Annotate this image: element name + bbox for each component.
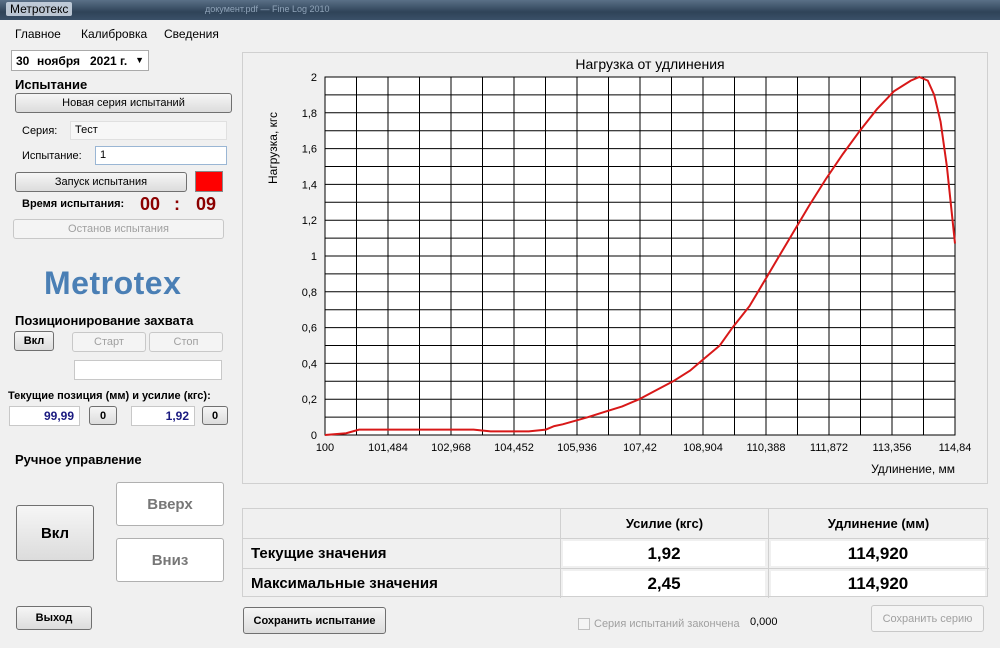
- test-number-label: Испытание:: [22, 150, 82, 162]
- y-tick-label: 2: [311, 72, 317, 84]
- timer-minutes: 00: [140, 194, 161, 214]
- x-tick-label: 100: [316, 442, 334, 454]
- small-value: 0,000: [750, 616, 778, 628]
- checkbox-icon[interactable]: [578, 618, 590, 630]
- x-tick-label: 101,484: [368, 442, 408, 454]
- timer-seconds: 09: [196, 194, 217, 214]
- load-elongation-chart: Нагрузка от удлинения 0 0,2 0,4 0,6 0,8 1 1,2 1…: [266, 56, 972, 476]
- x-axis-label: Удлинение, мм: [871, 462, 955, 476]
- positioning-stop-button[interactable]: Стоп: [149, 332, 223, 352]
- y-tick-label: 0,4: [302, 358, 317, 370]
- positioning-on-button[interactable]: Вкл: [14, 331, 54, 351]
- menu-main[interactable]: Главное: [15, 27, 61, 41]
- background-window-text: документ.pdf — Fine Log 2010: [205, 4, 330, 14]
- chart-panel: Нагрузка от удлинения 0 0,2 0,4 0,6 0,8 1 1,2 1…: [242, 52, 988, 484]
- save-test-button[interactable]: Сохранить испытание: [243, 607, 386, 634]
- date-day: 30: [16, 54, 30, 68]
- y-axis-label: Нагрузка, кгс: [266, 112, 280, 184]
- x-tick-label: 110,388: [747, 442, 786, 454]
- move-down-button[interactable]: Вниз: [116, 538, 224, 582]
- y-tick-label: 1,6: [302, 144, 317, 156]
- x-tick-label: 104,452: [494, 442, 534, 454]
- current-force-value: 1,92: [563, 541, 765, 566]
- y-tick-label: 0,8: [302, 287, 317, 299]
- position-zero-button[interactable]: 0: [89, 406, 117, 425]
- chart-title: Нагрузка от удлинения: [575, 56, 724, 72]
- y-tick-labels: 0 0,2 0,4 0,6 0,8 1 1,2 1,4 1,6 1,8 2: [302, 72, 317, 442]
- x-tick-labels: 100 101,484 102,968 104,452 105,936 107,42 108…: [316, 442, 972, 454]
- save-series-button[interactable]: Сохранить серию: [871, 605, 984, 632]
- stop-test-button[interactable]: Останов испытания: [13, 219, 224, 239]
- y-tick-label: 1: [311, 251, 317, 263]
- timer-separator: :: [174, 194, 180, 214]
- x-tick-label: 113,356: [873, 442, 912, 454]
- start-test-button[interactable]: Запуск испытания: [15, 172, 187, 192]
- test-time-label: Время испытания:: [22, 198, 125, 210]
- menu-calibration[interactable]: Калибровка: [81, 27, 147, 41]
- positioning-start-button[interactable]: Старт: [72, 332, 146, 352]
- menu-info[interactable]: Сведения: [164, 27, 219, 41]
- positioning-value-input[interactable]: [74, 360, 222, 380]
- x-tick-label: 111,872: [810, 442, 848, 454]
- status-indicator: [195, 171, 223, 192]
- window-title: Метротекс: [6, 2, 73, 16]
- force-zero-button[interactable]: 0: [202, 406, 228, 425]
- x-tick-label: 105,936: [557, 442, 597, 454]
- series-field[interactable]: Тест: [70, 121, 227, 140]
- max-elongation-value: 114,920: [771, 571, 985, 596]
- exit-button[interactable]: Выход: [16, 606, 92, 630]
- date-month: ноября: [37, 54, 81, 68]
- x-tick-label: 114,84: [939, 442, 972, 454]
- y-tick-label: 1,2: [302, 215, 317, 227]
- header-elongation: Удлинение (мм): [827, 516, 930, 531]
- manual-on-button[interactable]: Вкл: [16, 505, 94, 561]
- chevron-down-icon[interactable]: ▼: [135, 55, 144, 65]
- test-section-title: Испытание: [15, 77, 88, 92]
- series-label: Серия:: [22, 125, 58, 137]
- y-tick-label: 1,4: [302, 179, 317, 191]
- y-tick-label: 0: [311, 430, 317, 442]
- current-position-force-label: Текущие позиция (мм) и усилие (кгс):: [8, 390, 211, 402]
- x-tick-label: 102,968: [431, 442, 471, 454]
- y-tick-label: 1,8: [302, 108, 317, 120]
- x-tick-label: 108,904: [683, 442, 723, 454]
- force-value: 1,92: [131, 406, 195, 426]
- new-series-button[interactable]: Новая серия испытаний: [15, 93, 232, 113]
- y-tick-label: 0,2: [302, 394, 317, 406]
- test-number-field[interactable]: 1: [95, 146, 227, 165]
- row-current-label: Текущие значения: [251, 545, 387, 562]
- metrotex-logo: Metrotex: [44, 265, 182, 301]
- x-tick-label: 107,42: [623, 442, 657, 454]
- series-done-checkbox[interactable]: Серия испытаний закончена: [578, 618, 740, 630]
- max-force-value: 2,45: [563, 571, 765, 596]
- positioning-section-title: Позиционирование захвата: [15, 313, 194, 328]
- date-picker[interactable]: 30 ноября 2021 г. ▼: [11, 50, 149, 71]
- manual-section-title: Ручное управление: [15, 452, 142, 467]
- current-elongation-value: 114,920: [771, 541, 985, 566]
- date-year: 2021 г.: [90, 54, 128, 68]
- y-tick-label: 0,6: [302, 323, 317, 335]
- header-force: Усилие (кгс): [625, 516, 704, 531]
- menu-bar: Главное Калибровка Сведения: [0, 20, 1000, 46]
- position-value: 99,99: [9, 406, 80, 426]
- title-bar: Метротекс документ.pdf — Fine Log 2010: [0, 0, 1000, 20]
- series-done-label: Серия испытаний закончена: [594, 618, 740, 630]
- move-up-button[interactable]: Вверх: [116, 482, 224, 526]
- results-table: Усилие (кгс) Удлинение (мм) Текущие знач…: [242, 508, 989, 598]
- row-max-label: Максимальные значения: [251, 575, 438, 592]
